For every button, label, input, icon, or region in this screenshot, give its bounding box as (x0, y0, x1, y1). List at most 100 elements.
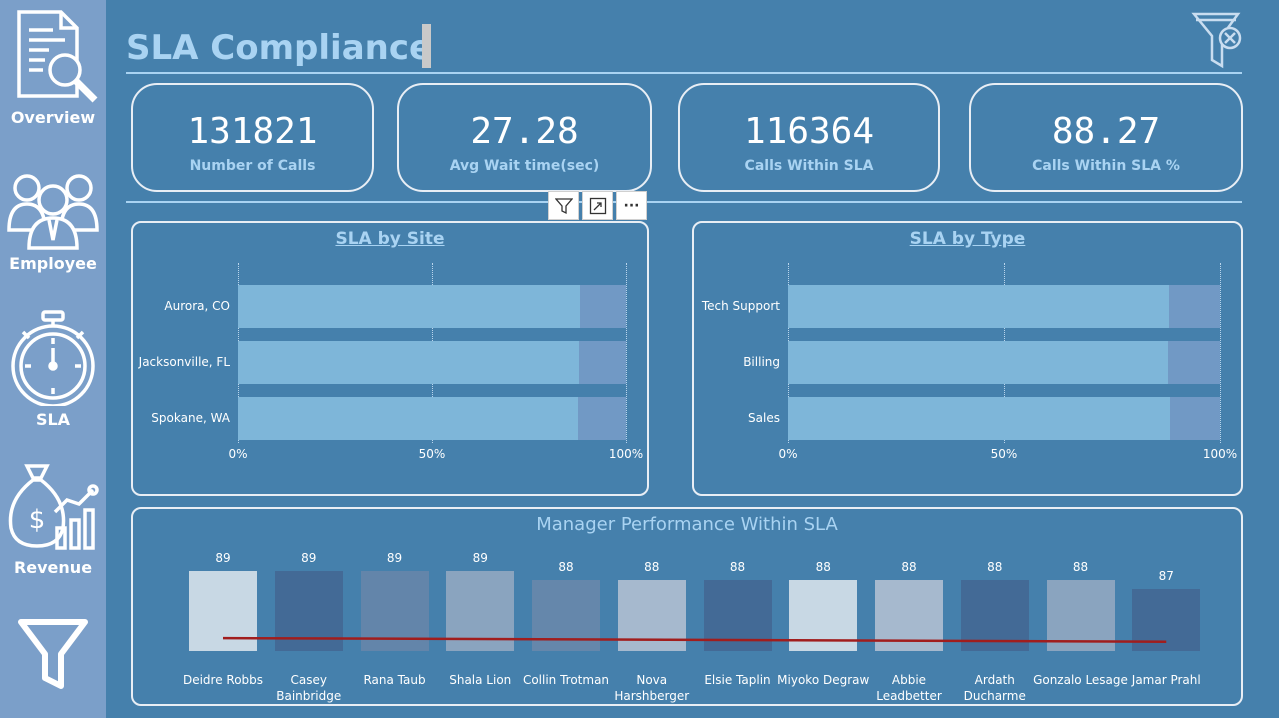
manager-column[interactable]: 88 Collin Trotman (523, 549, 609, 699)
bar[interactable] (360, 571, 429, 651)
focus-mode-button[interactable] (582, 191, 613, 220)
kpi-label: Calls Within SLA (744, 158, 874, 174)
bar[interactable] (532, 579, 600, 651)
nav-employee-label: Employee (9, 254, 97, 273)
data-label: 87 (1158, 568, 1174, 583)
bar[interactable] (617, 579, 686, 651)
category-label: Jamar Prahl (1131, 673, 1201, 687)
more-options-button[interactable]: ··· (616, 191, 647, 220)
category-label: Spokane, WA (151, 411, 230, 425)
data-label: 89 (301, 551, 317, 565)
bar-outside-sla[interactable] (579, 341, 626, 384)
bar-row (238, 285, 626, 328)
filter-icon (18, 619, 88, 689)
x-tick-label: 100% (1202, 447, 1238, 461)
nav-filter[interactable] (0, 616, 106, 692)
bar-outside-sla[interactable] (578, 397, 626, 440)
page-title: SLA Compliance (126, 28, 433, 68)
data-label: 88 (815, 559, 831, 574)
x-tick-label: 100% (608, 447, 644, 461)
bar[interactable] (274, 571, 343, 651)
bar[interactable] (960, 579, 1029, 651)
plot-area: 0% 50% 100% Tech Support Billing Sales (702, 263, 1237, 469)
category-label: Casey Bainbridge (276, 673, 342, 703)
nav-overview[interactable]: Overview (0, 8, 106, 127)
category-label: Tech Support (701, 299, 780, 313)
header-divider (126, 72, 1242, 74)
nav-revenue-label: Revenue (13, 558, 93, 577)
data-label: 89 (472, 551, 488, 565)
bar-within-sla[interactable] (788, 397, 1170, 440)
bar-outside-sla[interactable] (1169, 397, 1220, 440)
sla-by-site-chart[interactable]: SLA by Site 0% 50% 100% Aurora, CO Jacksonvi… (131, 221, 649, 496)
manager-column[interactable]: 89 Shala Lion (446, 549, 515, 699)
kpi-card-avg-wait-time[interactable]: 27.28 Avg Wait time(sec) (397, 83, 652, 192)
visual-filter-button[interactable] (548, 191, 579, 220)
bar-outside-sla[interactable] (580, 285, 626, 328)
manager-column[interactable]: 89 Deidre Robbs (183, 549, 263, 699)
kpi-card-calls-within-sla[interactable]: 116364 Calls Within SLA (678, 83, 940, 192)
sidebar-nav: Overview Employee SLA $ Revenue (0, 0, 106, 718)
bar[interactable] (446, 571, 515, 651)
bar-row (788, 341, 1220, 384)
bar-within-sla[interactable] (238, 341, 580, 384)
manager-column[interactable]: 87 Jamar Prahl (1132, 549, 1201, 699)
bar[interactable] (703, 579, 772, 651)
nav-sla[interactable]: SLA (0, 310, 106, 429)
kpi-value: 131821 (187, 111, 318, 152)
plot-area: 0% 50% 100% Aurora, CO Jacksonville, FL Spoka… (139, 263, 643, 469)
bar-within-sla[interactable] (238, 397, 579, 440)
svg-text:$: $ (29, 505, 46, 535)
kpi-card-number-of-calls[interactable]: 131821 Number of Calls (131, 83, 374, 192)
data-label: 88 (729, 559, 746, 574)
nav-overview-label: Overview (10, 108, 96, 127)
people-group-icon (7, 174, 99, 250)
gridline (626, 263, 627, 443)
bar-row (788, 397, 1220, 440)
kpi-card-calls-within-sla-percent[interactable]: 88.27 Calls Within SLA % (969, 83, 1243, 192)
bar[interactable] (189, 571, 257, 651)
category-label: Miyoko Degraw (777, 673, 870, 687)
nav-revenue[interactable]: $ Revenue (0, 462, 106, 577)
category-label: Elsie Taplin (704, 673, 771, 687)
manager-performance-chart[interactable]: Manager Performance Within SLA 89 Deidre … (131, 507, 1243, 706)
data-label: 88 (1072, 559, 1089, 574)
category-label: Abbie Leadbetter (876, 673, 942, 703)
bar[interactable] (875, 579, 943, 651)
bar-within-sla[interactable] (238, 285, 581, 328)
category-label: Billing (743, 355, 780, 369)
category-label: Aurora, CO (164, 299, 230, 313)
manager-column[interactable]: 88 Miyoko Degraw (777, 549, 869, 699)
bar-outside-sla[interactable] (1167, 341, 1220, 384)
manager-column[interactable]: 89 Casey Bainbridge (274, 549, 343, 703)
manager-column[interactable]: 88 Nova Harshberger (614, 549, 689, 703)
bar-within-sla[interactable] (788, 341, 1168, 384)
kpi-label: Number of Calls (189, 158, 316, 174)
bar[interactable] (789, 579, 858, 651)
data-label: 88 (558, 559, 574, 574)
manager-column[interactable]: 88 Gonzalo Lesage (1033, 549, 1128, 699)
gridline (1220, 263, 1221, 443)
sla-by-type-chart[interactable]: SLA by Type 0% 50% 100% Tech Support Billing… (692, 221, 1243, 496)
kpi-label: Calls Within SLA % (1032, 158, 1180, 174)
focus-mode-icon (589, 197, 606, 214)
bar-outside-sla[interactable] (1168, 285, 1220, 328)
kpi-value: 88.27 (1051, 111, 1161, 152)
category-label: Rana Taub (363, 673, 426, 687)
bar[interactable] (1132, 588, 1201, 651)
stopwatch-icon (11, 310, 95, 406)
manager-column[interactable]: 88 Elsie Taplin (703, 549, 772, 699)
manager-column[interactable]: 88 Abbie Leadbetter (875, 549, 943, 703)
manager-column[interactable]: 88 Ardath Ducharme (960, 549, 1029, 703)
bar[interactable] (1046, 579, 1115, 651)
x-tick-label: 0% (778, 447, 798, 461)
category-label: Nova Harshberger (614, 673, 690, 703)
manager-column[interactable]: 89 Rana Taub (360, 549, 429, 699)
data-label: 88 (644, 559, 660, 574)
nav-employee[interactable]: Employee (0, 170, 106, 273)
x-tick-label: 50% (990, 447, 1018, 461)
category-label: Shala Lion (449, 673, 512, 687)
bar-within-sla[interactable] (788, 285, 1169, 328)
chart-title: SLA by Type (909, 229, 1026, 249)
clear-filters-button[interactable] (1190, 10, 1246, 70)
